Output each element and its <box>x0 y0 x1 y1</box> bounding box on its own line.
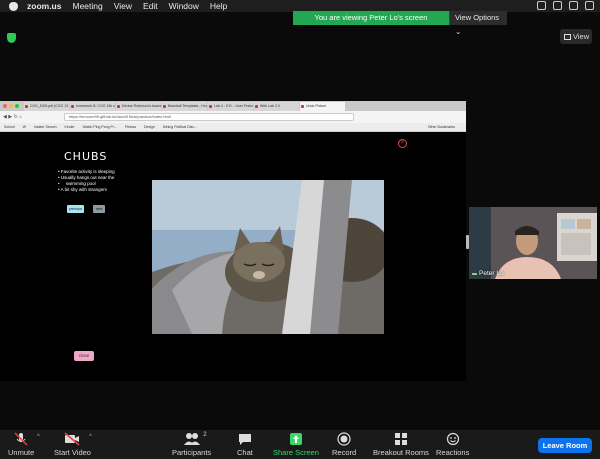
page-title: CHUBS <box>64 150 108 163</box>
browser-tab[interactable]: Denise Robinson's Assess <box>116 102 161 111</box>
maximize-window-icon[interactable] <box>15 104 19 108</box>
view-icon <box>564 34 571 40</box>
other-bookmarks[interactable]: Other Bookmarks <box>428 123 455 132</box>
view-button-label: View <box>573 32 590 41</box>
menu-app-name[interactable]: zoom.us <box>27 1 61 11</box>
breakout-rooms-icon <box>394 433 407 445</box>
browser-tab[interactable]: Lab 4 - KYL - User Testing <box>208 102 253 111</box>
participants-button[interactable]: 2 Participants <box>172 432 211 457</box>
bookmarks-bar: School W Insider Search Kinder Watch Pin… <box>0 123 466 132</box>
menu-help[interactable]: Help <box>210 1 227 11</box>
share-banner: You are viewing Peter Lo's screen View O… <box>293 11 507 36</box>
audio-options-caret-icon[interactable]: ^ <box>37 434 40 440</box>
record-icon <box>337 432 351 446</box>
window-controls <box>3 104 19 108</box>
view-options-button[interactable]: View Options ⌄ <box>449 11 507 36</box>
cat-facts-list: Favorite activity is sleeping Usually ha… <box>58 169 115 193</box>
participant-video <box>469 207 597 279</box>
bookmark-item[interactable]: Fitness <box>125 125 136 129</box>
unmute-label: Unmute <box>8 448 35 457</box>
address-bar[interactable]: https://hmoore99.github.io/davcl9 final/… <box>64 113 354 121</box>
next-button[interactable]: next <box>93 205 105 213</box>
browser-tab-active[interactable]: Undo Picture <box>300 102 345 111</box>
bookmark-item[interactable]: Insider Search <box>34 125 57 129</box>
reactions-button[interactable]: Reactions <box>436 432 469 457</box>
browser-tab[interactable]: Baseball Templates - Hom <box>162 102 207 111</box>
chat-icon <box>238 434 251 445</box>
close-window-icon[interactable] <box>3 104 7 108</box>
list-item: A bit shy with strangers <box>58 187 115 193</box>
share-status-text: You are viewing Peter Lo's screen <box>293 11 449 25</box>
cat-photo <box>152 180 384 334</box>
close-button[interactable]: close <box>74 351 94 361</box>
minimize-window-icon[interactable] <box>9 104 13 108</box>
leave-room-button[interactable]: Leave Room <box>538 438 592 453</box>
bookmark-item[interactable]: Mining Political Disc... <box>163 125 197 129</box>
chat-label: Chat <box>237 448 253 457</box>
reactions-label: Reactions <box>436 448 470 457</box>
cat-photo-drawing <box>152 180 384 334</box>
apple-icon[interactable] <box>9 1 18 11</box>
chevron-down-icon: ⌄ <box>455 27 462 36</box>
chat-button[interactable]: Chat <box>237 432 253 457</box>
menu-view[interactable]: View <box>114 1 132 11</box>
bookmark-item[interactable]: Watch Ping Pong Pr... <box>83 125 117 129</box>
web-page: CHUBS Favorite activity is sleeping Usua… <box>0 132 466 381</box>
previous-button[interactable]: previous <box>67 205 84 213</box>
status-icon[interactable] <box>553 1 562 10</box>
muted-mic-icon <box>14 432 28 446</box>
meeting-toolbar: Unmute ^ Start Video ^ 2 Participants Ch… <box>0 430 600 459</box>
shared-screen: COG_DM3.pdf (COG 13 b) homework B: COG 1… <box>0 101 466 381</box>
browser-tab[interactable]: Web Lab 2.0 <box>254 102 299 111</box>
list-item-continued: swimming pool <box>65 181 96 186</box>
share-screen-button[interactable]: Share Screen <box>273 432 319 457</box>
view-options-label: View Options <box>455 13 500 22</box>
record-label: Record <box>332 448 357 457</box>
menu-meeting[interactable]: Meeting <box>72 1 102 11</box>
participant-video-tile[interactable]: Peter Lo <box>469 207 597 279</box>
status-icon[interactable] <box>585 1 594 10</box>
record-button[interactable]: Record <box>332 432 356 457</box>
browser-nav-icons[interactable]: ◀ ▶ ↻ ⌂ <box>3 114 22 120</box>
unmute-button[interactable]: Unmute <box>8 432 34 457</box>
signal-strength-icon <box>472 270 477 275</box>
start-video-label: Start Video <box>54 448 91 457</box>
browser-tab-bar: COG_DM3.pdf (COG 13 b) homework B: COG 1… <box>0 101 466 111</box>
bookmark-item[interactable]: School <box>4 125 15 129</box>
participant-name-label: Peter Lo <box>479 270 504 277</box>
zoom-window: zoom.us Meeting View Edit Window Help Yo… <box>0 0 600 459</box>
breakout-rooms-button[interactable]: Breakout Rooms <box>373 432 429 457</box>
reactions-icon <box>446 432 459 446</box>
security-shield-icon[interactable] <box>7 33 16 43</box>
status-icon[interactable] <box>569 1 578 10</box>
participant-name: Peter Lo <box>472 270 504 277</box>
participants-icon: 2 <box>177 432 207 446</box>
bookmark-item[interactable]: W <box>23 125 26 129</box>
browser-tab[interactable]: homework B: COG 13b s <box>70 102 115 111</box>
status-icon[interactable] <box>537 1 546 10</box>
menu-status-icons <box>537 1 594 10</box>
browser-tab[interactable]: COG_DM3.pdf (COG 13 b) <box>24 102 69 111</box>
share-screen-label: Share Screen <box>273 448 319 457</box>
video-off-icon <box>64 432 80 446</box>
view-button[interactable]: View <box>560 29 592 44</box>
breakout-rooms-label: Breakout Rooms <box>373 448 429 457</box>
menu-window[interactable]: Window <box>169 1 199 11</box>
participants-count: 2 <box>203 432 207 438</box>
close-icon[interactable]: × <box>398 139 407 148</box>
video-options-caret-icon[interactable]: ^ <box>89 434 92 440</box>
bookmark-item[interactable]: Kinder <box>65 125 75 129</box>
participants-label: Participants <box>172 448 212 457</box>
menu-edit[interactable]: Edit <box>143 1 158 11</box>
start-video-button[interactable]: Start Video <box>54 432 91 457</box>
bookmark-item[interactable]: Design <box>144 125 155 129</box>
share-screen-icon <box>289 433 302 445</box>
browser-toolbar: ◀ ▶ ↻ ⌂ https://hmoore99.github.io/davcl… <box>0 111 466 123</box>
people-icon <box>183 433 200 445</box>
